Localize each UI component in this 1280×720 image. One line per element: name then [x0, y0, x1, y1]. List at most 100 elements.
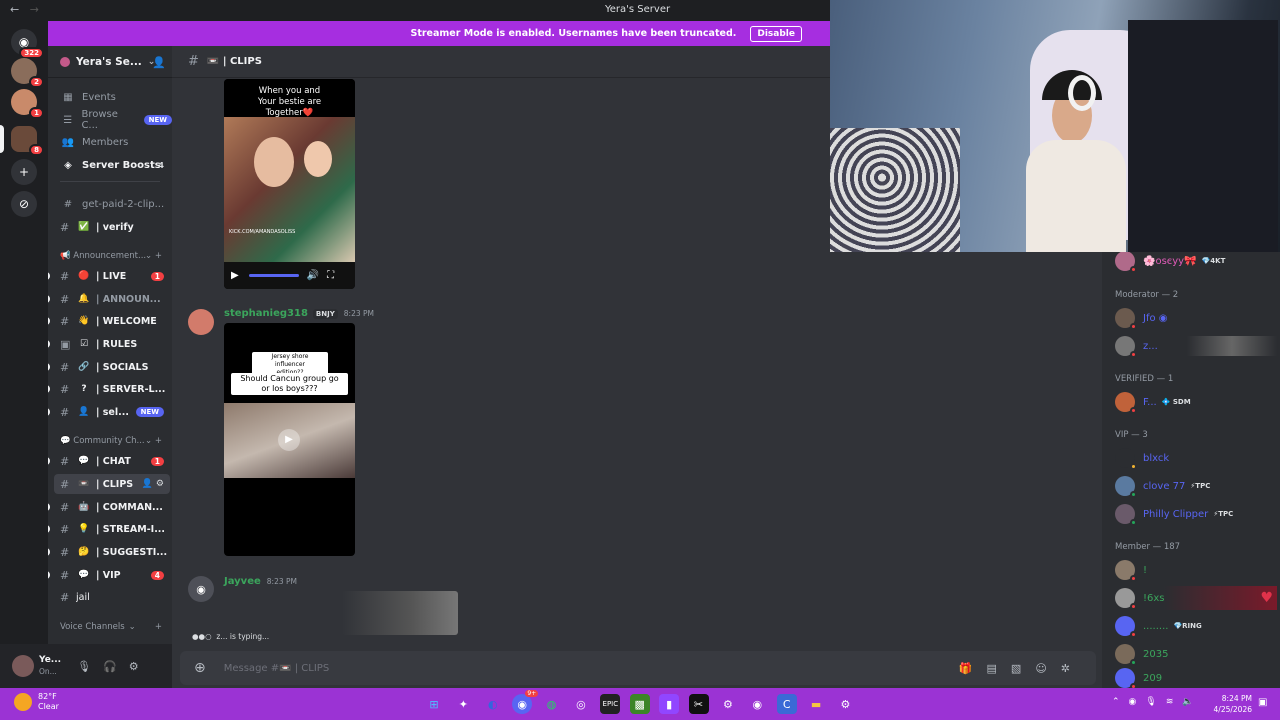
speaker-icon[interactable]: 🔊 [307, 270, 319, 281]
server-icon-current[interactable]: 8 [11, 126, 44, 156]
edge-icon[interactable]: ◐ [483, 694, 503, 714]
add-channel-icon[interactable]: ⌄ + [145, 436, 162, 446]
channel-commands[interactable]: # 🤖 | COMMAN... [48, 497, 172, 517]
app-c-icon[interactable]: C [776, 694, 797, 714]
nav-events[interactable]: ▦ Events [48, 87, 172, 107]
windows-start-icon[interactable]: ⊞ [424, 694, 444, 714]
member-row[interactable]: !6xs ♥ [1115, 586, 1277, 610]
member-row[interactable]: Jfo ◉ [1115, 306, 1277, 330]
back-forward-icons[interactable]: ← → [10, 3, 39, 16]
image-attachment[interactable] [342, 591, 458, 635]
member-row[interactable]: ........ 💎RING [1115, 614, 1277, 638]
channel-jail[interactable]: # jail [48, 587, 172, 607]
member-row[interactable]: clove 77 ⚡TPC [1115, 474, 1277, 498]
play-icon[interactable]: ▶ [231, 270, 239, 281]
channel-settings-icon[interactable]: 👤 ⚙ [142, 479, 164, 489]
settings-icon[interactable]: ⚙ [835, 694, 855, 714]
disable-button[interactable]: Disable [750, 25, 802, 42]
channel-server-links[interactable]: #? | SERVER-L... [48, 379, 172, 399]
gift-icon[interactable]: 🎁 [959, 662, 987, 675]
member-row[interactable]: ! [1115, 558, 1277, 582]
apps-icon[interactable]: ✲ [1061, 662, 1084, 675]
minecraft-icon[interactable]: ▩ [629, 694, 650, 714]
add-channel-icon[interactable]: ⌄ + [145, 251, 162, 261]
channel-live[interactable]: # 🔴 | LIVE 1 [48, 266, 172, 286]
headphones-icon[interactable]: 🎧 [103, 660, 129, 673]
sticker-icon[interactable]: ▧ [1011, 662, 1035, 675]
weather-widget[interactable]: 82°F Clear [14, 692, 59, 712]
discord-icon[interactable]: ◉ 9+ [512, 690, 539, 714]
volume-icon[interactable]: 🔈 [1182, 697, 1202, 707]
message-input[interactable]: Message #📼 | CLIPS [224, 663, 329, 674]
microphone-icon[interactable]: 🎙 [77, 660, 103, 673]
channel-announcements[interactable]: # 🔔 | ANNOUN... [48, 289, 172, 309]
category-community[interactable]: 💬 Community Ch... ⌄ + [60, 436, 172, 446]
steam-icon[interactable]: ⚙ [718, 694, 738, 714]
file-explorer-icon[interactable]: ▬ [806, 694, 826, 714]
channel-self-roles[interactable]: # 👤 | sel... NEW [48, 402, 172, 422]
forward-arrow-icon[interactable]: → [30, 3, 39, 16]
emoji-icon[interactable]: ☺ [1035, 662, 1060, 675]
channel-stream-ideas[interactable]: # 💡 | STREAM-I... [48, 519, 172, 539]
microphone-icon[interactable]: 🎙 [1145, 697, 1165, 707]
add-channel-icon[interactable]: + [155, 622, 162, 632]
server-icon-1[interactable]: 2 [11, 58, 44, 88]
message-author[interactable]: Jayvee [224, 576, 261, 587]
member-row[interactable]: 🌸osєyy🎀 💎4KT [1115, 252, 1277, 273]
twitch-icon[interactable]: ▮ [659, 694, 680, 714]
member-row[interactable]: 2035 [1115, 642, 1277, 666]
chevron-up-icon[interactable]: ⌃ [1112, 697, 1129, 707]
category-label: Voice Channels [60, 622, 125, 632]
volume-slider[interactable] [248, 274, 299, 277]
compass-icon[interactable]: ⊘ [11, 191, 37, 217]
direct-messages-icon[interactable]: ◉ 322 [11, 29, 44, 59]
wifi-icon[interactable]: ≋ [1166, 697, 1183, 707]
invite-people-icon[interactable]: 👤 [152, 56, 166, 69]
plus-icon[interactable]: + [11, 159, 37, 185]
member-row[interactable]: F... 💠 SDM [1115, 390, 1277, 414]
gear-icon[interactable]: ⚙ [129, 660, 151, 673]
channel-get-paid[interactable]: # get-paid-2-clip... [48, 194, 172, 214]
channel-verify[interactable]: # ✅ | verify [48, 217, 172, 237]
server-icon-2[interactable]: 1 [11, 89, 44, 119]
back-arrow-icon[interactable]: ← [10, 3, 19, 16]
copilot-icon[interactable]: ✦ [453, 694, 473, 714]
member-row[interactable]: Philly Clipper ⚡TPC [1115, 502, 1277, 526]
message-author[interactable]: stephanieg318 [224, 308, 308, 319]
user-name-block[interactable]: Ye... On... [39, 655, 61, 677]
chrome-icon[interactable]: ◉ [747, 694, 767, 714]
spotify-icon[interactable]: ◍ [542, 694, 562, 714]
video-player[interactable]: Jersey shore influencer edition?? Should… [224, 323, 355, 556]
nav-members[interactable]: 👥 Members [48, 132, 172, 152]
fullscreen-icon[interactable]: ⛶ [327, 270, 334, 281]
clock[interactable]: 8:24 PM 4/25/2026 [1210, 693, 1252, 715]
message-composer[interactable]: ⊕ Message #📼 | CLIPS 🎁▤▧☺✲ [180, 651, 1096, 685]
channel-rules[interactable]: ▣ ☑ | RULES [48, 334, 172, 354]
add-attachment-icon[interactable]: ⊕ [194, 660, 206, 676]
discord-avatar-icon[interactable]: ◉ [188, 576, 214, 602]
video-player[interactable]: When you and Your bestie are Together❤️ … [224, 79, 355, 289]
avatar[interactable] [188, 309, 214, 335]
channel-suggestions[interactable]: # 🤔 | SUGGESTI... [48, 542, 172, 562]
member-row[interactable]: z... [1115, 334, 1277, 358]
channel-welcome[interactable]: # 👋 | WELCOME [48, 311, 172, 331]
epic-games-icon[interactable]: EPIC [600, 694, 621, 714]
category-voice[interactable]: Voice Channels ⌄ + [60, 622, 172, 632]
channel-clips[interactable]: # 📼 | CLIPS 👤 ⚙ [54, 474, 170, 494]
gif-icon[interactable]: ▤ [987, 662, 1011, 675]
avatar[interactable] [12, 655, 34, 677]
capcut-icon[interactable]: ✂ [688, 694, 709, 714]
notification-icon[interactable]: ▣ [1258, 697, 1267, 708]
channel-vip[interactable]: # 💬 | VIP 4 [48, 565, 172, 585]
server-header[interactable]: Yera's Se... ⌄ 👤 [48, 46, 172, 78]
channel-socials[interactable]: # 🔗 | SOCIALS [48, 357, 172, 377]
tray-app-icon[interactable]: ◉ [1129, 697, 1146, 707]
obs-icon[interactable]: ◎ [571, 694, 591, 714]
member-row[interactable]: 209 [1115, 666, 1277, 688]
category-announcements[interactable]: 📢 Announcement... ⌄ + [60, 251, 172, 261]
channel-chat[interactable]: # 💬 | CHAT 1 [48, 451, 172, 471]
member-row[interactable]: blxck [1115, 446, 1277, 470]
play-icon[interactable]: ▶ [278, 429, 300, 451]
nav-browse-channels[interactable]: ☰ Browse C... NEW [48, 109, 172, 131]
nav-server-boosts[interactable]: ◈ Server Boosts 4 [48, 155, 172, 175]
